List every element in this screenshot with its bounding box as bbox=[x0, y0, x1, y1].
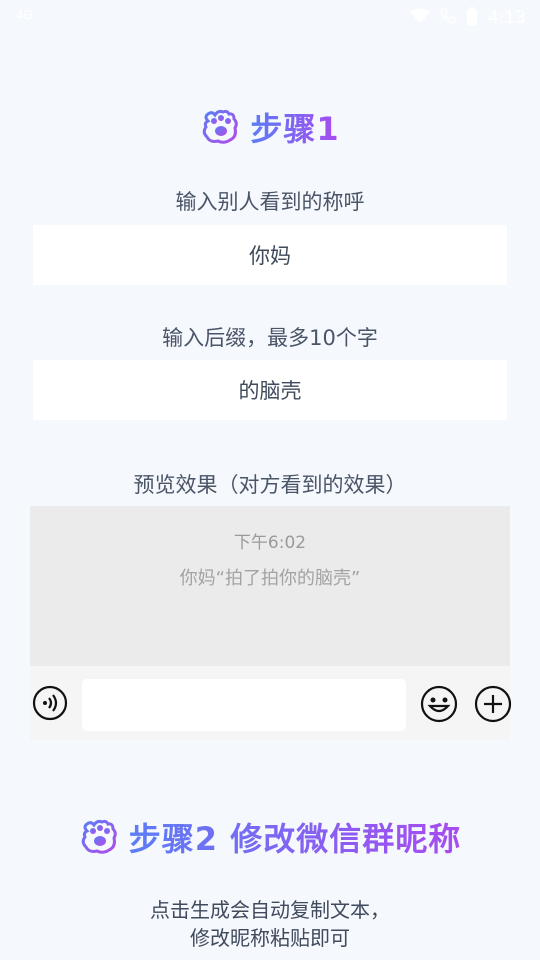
clock: 4:13 bbox=[487, 8, 526, 28]
instructions-text: 点击生成会自动复制文本， 修改昵称粘贴即可 bbox=[0, 896, 540, 952]
step2-title: 步骤2 修改微信群昵称 bbox=[129, 814, 461, 860]
add-icon bbox=[474, 685, 512, 727]
preview-time: 下午6:02 bbox=[233, 533, 307, 553]
nickname-label: 输入别人看到的称呼 bbox=[175, 190, 365, 214]
paw-icon bbox=[203, 109, 239, 144]
paw-icon bbox=[81, 819, 117, 854]
chat-text-field bbox=[82, 679, 406, 731]
preview-message: 你妈“拍了拍你的脑壳” bbox=[179, 568, 361, 589]
phone-icon bbox=[440, 8, 456, 28]
chat-input-bar bbox=[30, 666, 512, 740]
emoji-icon bbox=[420, 685, 458, 727]
step1-title: 步骤1 bbox=[250, 104, 339, 150]
step2-heading: 步骤2 修改微信群昵称 bbox=[0, 814, 540, 860]
status-bar: 4G 4:13 bbox=[0, 0, 540, 36]
nickname-input[interactable]: 你妈 bbox=[33, 225, 507, 285]
preview-panel: 下午6:02 你妈“拍了拍你的脑壳” bbox=[30, 506, 510, 666]
step1-heading: 步骤1 bbox=[0, 104, 540, 150]
preview-label: 预览效果（对方看到的效果） bbox=[133, 473, 407, 497]
battery-icon bbox=[466, 6, 478, 30]
network-indicator: 4G bbox=[16, 8, 33, 22]
instructions-line1: 点击生成会自动复制文本， bbox=[150, 898, 390, 922]
voice-icon bbox=[32, 685, 68, 725]
suffix-input[interactable]: 的脑壳 bbox=[33, 360, 507, 420]
instructions-line2: 修改昵称粘贴即可 bbox=[190, 926, 350, 950]
wifi-icon bbox=[409, 8, 430, 28]
suffix-label: 输入后缀，最多10个字 bbox=[162, 326, 378, 350]
